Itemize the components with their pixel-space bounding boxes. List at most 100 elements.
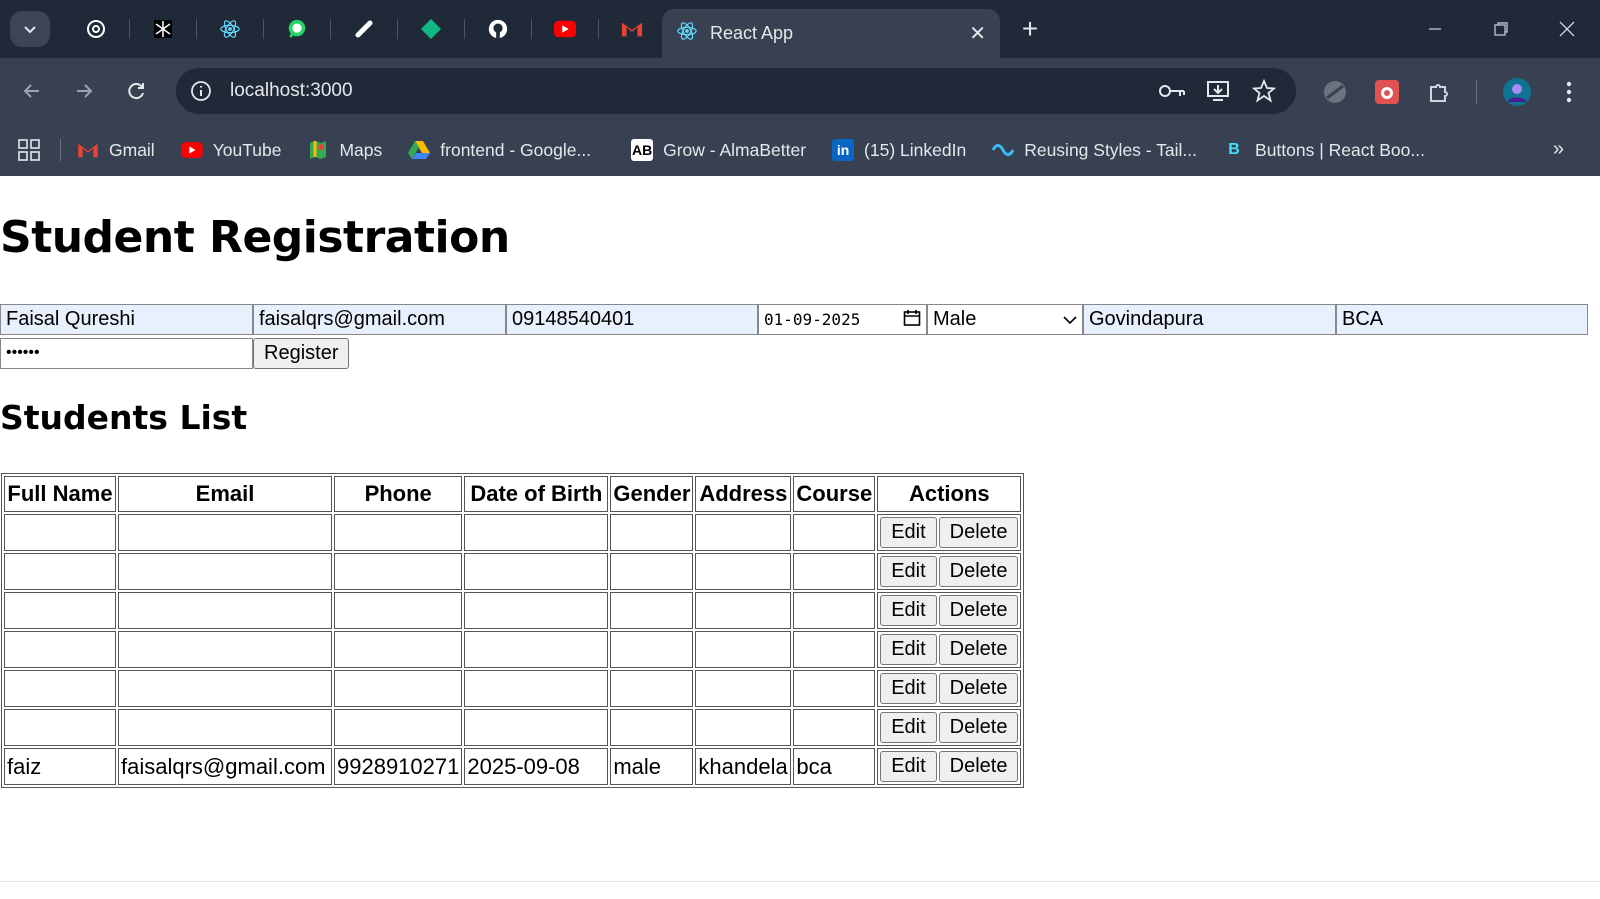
url-text[interactable]: localhost:3000: [230, 80, 1152, 102]
register-button[interactable]: Register: [253, 338, 350, 369]
browser-chrome: React App ✕ + localhost:3000 Gmail YouTu…: [0, 0, 1600, 176]
pinned-tab-chatgpt[interactable]: [62, 0, 129, 58]
cell-address: [695, 709, 792, 746]
cell-phone: [334, 670, 463, 707]
bookmark-maps[interactable]: Maps: [307, 139, 382, 161]
delete-button[interactable]: Delete: [938, 673, 1019, 704]
email-input[interactable]: [253, 304, 506, 335]
phone-input[interactable]: [506, 304, 758, 335]
cell-phone: [334, 592, 463, 629]
cell-full-name: [4, 592, 116, 629]
bookmark-linkedin[interactable]: in (15) LinkedIn: [832, 139, 966, 161]
gmail-icon: [77, 139, 99, 161]
tab-react-app[interactable]: React App ✕: [662, 9, 1000, 58]
edit-button[interactable]: Edit: [880, 751, 937, 782]
toolbar: localhost:3000: [0, 58, 1600, 124]
pinned-tab-perplexity[interactable]: [129, 0, 196, 58]
cell-phone: [334, 631, 463, 668]
pinned-tab-gmail[interactable]: [598, 0, 665, 58]
pinned-tab-whatsapp[interactable]: [263, 0, 330, 58]
cell-gender: [610, 592, 694, 629]
minimize-button[interactable]: [1402, 0, 1468, 58]
delete-button[interactable]: Delete: [938, 712, 1019, 743]
pinned-tab-youtube[interactable]: [531, 0, 598, 58]
course-input[interactable]: [1336, 304, 1588, 335]
back-button[interactable]: [16, 75, 48, 107]
address-bar[interactable]: localhost:3000: [176, 68, 1296, 114]
delete-button[interactable]: Delete: [938, 556, 1019, 587]
cell-course: [793, 592, 876, 629]
cell-dob: [464, 514, 609, 551]
cell-phone: [334, 514, 463, 551]
edit-button[interactable]: Edit: [880, 517, 937, 548]
diamond-icon: [420, 18, 442, 40]
extensions-puzzle-icon[interactable]: [1422, 75, 1456, 109]
bookmark-frontend-drive[interactable]: frontend - Google...: [408, 139, 591, 161]
react-icon: [676, 20, 698, 47]
extension-bug-icon[interactable]: [1370, 75, 1404, 109]
cell-full-name: faiz: [4, 748, 116, 785]
table-row: Edit Delete: [4, 592, 1022, 629]
bookmark-react-bootstrap[interactable]: B Buttons | React Boo...: [1223, 139, 1425, 161]
profile-avatar[interactable]: [1500, 75, 1534, 109]
edit-button[interactable]: Edit: [880, 673, 937, 704]
cell-email: [118, 553, 332, 590]
cell-full-name: [4, 709, 116, 746]
pinned-tab-diamond[interactable]: [397, 0, 464, 58]
calendar-icon[interactable]: [903, 309, 921, 331]
bookmark-label: Maps: [339, 139, 383, 160]
column-header-gender: Gender: [610, 476, 694, 512]
tab-search-button[interactable]: [10, 11, 50, 47]
password-key-icon[interactable]: [1152, 71, 1192, 111]
delete-button[interactable]: Delete: [938, 751, 1019, 782]
bookmark-youtube[interactable]: YouTube: [181, 139, 281, 161]
link-icon: [353, 18, 375, 40]
forward-button[interactable]: [68, 75, 100, 107]
react-bootstrap-icon: B: [1228, 141, 1240, 158]
full-name-input[interactable]: [0, 304, 253, 335]
dob-input[interactable]: 01-09-2025: [758, 304, 927, 335]
cell-full-name: [4, 514, 116, 551]
cell-dob: [464, 631, 609, 668]
delete-button[interactable]: Delete: [938, 634, 1019, 665]
bookmark-label: Gmail: [109, 139, 155, 160]
more-bookmarks-icon[interactable]: »: [1553, 138, 1564, 161]
restore-button[interactable]: [1468, 0, 1534, 58]
pinned-tab-github[interactable]: [464, 0, 531, 58]
tailwind-icon: [992, 139, 1015, 161]
install-app-icon[interactable]: [1198, 71, 1238, 111]
cell-course: [793, 670, 876, 707]
cell-dob: [464, 670, 609, 707]
close-tab-icon[interactable]: ✕: [969, 21, 986, 46]
cell-email: [118, 709, 332, 746]
pinned-tab-react[interactable]: [196, 0, 263, 58]
edit-button[interactable]: Edit: [880, 595, 937, 626]
perplexity-icon: [152, 18, 174, 40]
tab-title: React App: [710, 23, 794, 43]
new-tab-button[interactable]: +: [1014, 14, 1046, 46]
edit-button[interactable]: Edit: [880, 634, 937, 665]
edit-button[interactable]: Edit: [880, 556, 937, 587]
extension-blocked-icon[interactable]: [1318, 75, 1352, 109]
edit-button[interactable]: Edit: [880, 712, 937, 743]
bookmark-star-icon[interactable]: [1244, 71, 1284, 111]
delete-button[interactable]: Delete: [938, 595, 1019, 626]
cell-actions: Edit Delete: [877, 748, 1022, 785]
bookmark-tailwind[interactable]: Reusing Styles - Tail...: [992, 139, 1197, 161]
reload-button[interactable]: [120, 75, 152, 107]
apps-grid-icon[interactable]: [12, 133, 46, 167]
bookmarks-divider: [60, 139, 61, 161]
close-window-button[interactable]: [1534, 0, 1600, 58]
more-menu-icon[interactable]: [1552, 75, 1586, 109]
pinned-tab-link[interactable]: [330, 0, 397, 58]
gender-select[interactable]: Male: [927, 304, 1083, 335]
delete-button[interactable]: Delete: [938, 517, 1019, 548]
address-input[interactable]: [1083, 304, 1336, 335]
column-header-dob: Date of Birth: [464, 476, 609, 512]
bookmark-gmail[interactable]: Gmail: [77, 139, 155, 161]
bookmark-almabetter[interactable]: AB Grow - AlmaBetter: [631, 139, 806, 161]
tab-strip: React App ✕ +: [0, 0, 1600, 58]
password-input[interactable]: ••••••: [0, 338, 253, 369]
site-info-icon[interactable]: [186, 76, 216, 106]
cell-address: [695, 553, 792, 590]
